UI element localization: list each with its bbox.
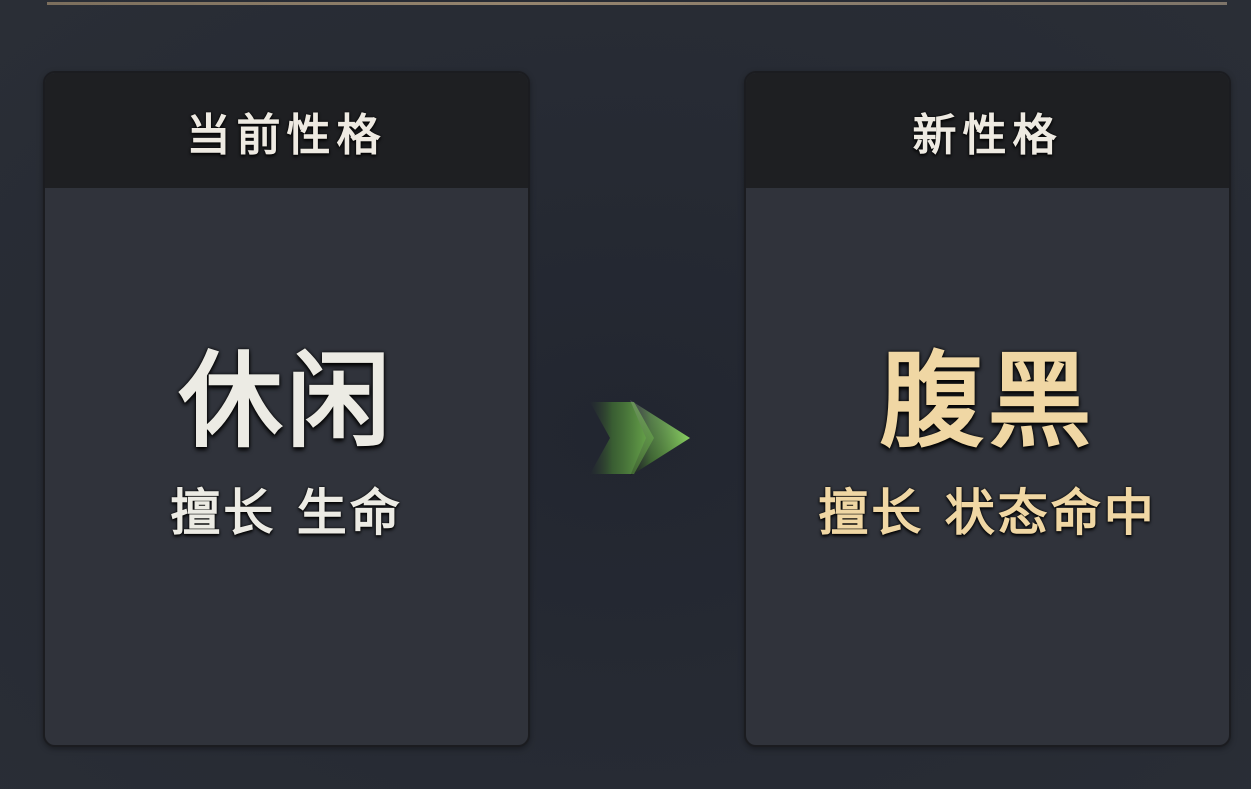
current-personality-card: 当前性格 休闲 擅长 生命	[43, 71, 530, 747]
current-personality-title: 当前性格	[186, 109, 387, 161]
current-personality-name: 休闲	[178, 339, 395, 462]
new-personality-description: 擅长 状态命中	[818, 483, 1157, 542]
current-personality-description: 擅长 生命	[170, 483, 403, 542]
new-personality-name: 腹黑	[879, 339, 1096, 462]
arrow-right-icon	[590, 400, 690, 476]
new-personality-header: 新性格	[746, 73, 1229, 188]
new-personality-card: 新性格 腹黑 擅长 状态命中	[744, 71, 1231, 747]
current-personality-header: 当前性格	[45, 73, 528, 188]
top-divider	[47, 2, 1227, 5]
new-personality-title: 新性格	[912, 109, 1063, 161]
